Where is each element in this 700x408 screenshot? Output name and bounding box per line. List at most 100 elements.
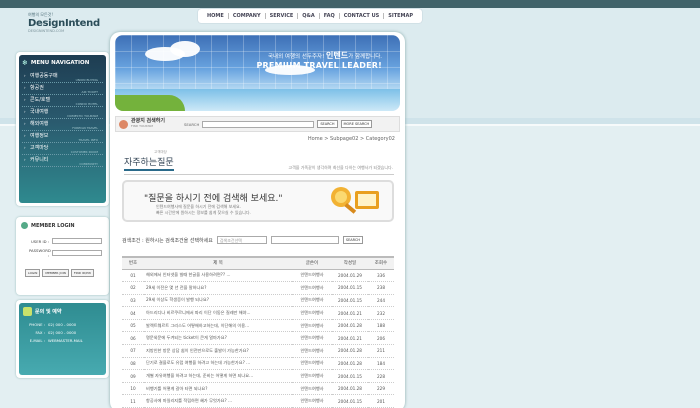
menu-item-customer[interactable]: › 고객마당 CUSTOMER ROOM: [22, 143, 103, 155]
faq-notice-headline: "질문을 하시기 전에 검색해 보세요.": [144, 194, 283, 204]
row-author: 인텐드여행사: [292, 344, 332, 358]
arrow-icon: ›: [24, 73, 26, 78]
menu-item-sublabel: FOREIGN TRAVEL: [72, 126, 98, 130]
user-id-input[interactable]: [52, 238, 102, 244]
password-row: PASSWORD :: [29, 247, 104, 259]
table-row[interactable]: 11 항공사에 마일리지를 적립하면 혜가 무엇가요? ... 인텐드여행사 2004…: [122, 394, 394, 408]
topnav-faq[interactable]: FAQ: [320, 13, 339, 19]
logo-name: DesignIntend: [28, 18, 100, 29]
password-input[interactable]: [52, 250, 102, 256]
table-row[interactable]: 09 개별 자유여행을 하려고 하는데, 준비는 어떻게 하면 되나요... 인텐드…: [122, 369, 394, 383]
menu-item-sublabel: CONDO HOTEL: [75, 102, 98, 106]
row-views: 244: [368, 294, 394, 308]
menu-item-sublabel: UNION BUYING: [75, 78, 98, 82]
member-join-button[interactable]: MEMBER JOIN: [42, 269, 69, 277]
row-title[interactable]: 29세 이전은 몇 년 전을 말하나요?: [144, 281, 292, 295]
cloud-graphic: [170, 41, 200, 57]
table-row[interactable]: 05 발렉트웨르트 그리스도 어떻해하고하는데, 이단해의 이용... 인텐드여행사…: [122, 319, 394, 333]
topnav-home[interactable]: HOME: [203, 13, 228, 19]
column-title: 제 목: [144, 256, 292, 270]
table-row[interactable]: 02 29세 이전은 몇 년 전을 말하나요? 인텐드여행사 2004.01.15 23…: [122, 281, 394, 295]
find-id-pw-button[interactable]: FIND ID/PW: [70, 269, 94, 277]
row-author: 인텐드여행사: [292, 269, 332, 283]
row-title[interactable]: 발렉트웨르트 그리스도 어떻해하고하는데, 이단해의 이용...: [144, 319, 292, 333]
logo[interactable]: 여행의 모든것! DesignIntend DESIGNINTEND.COM: [28, 12, 100, 33]
search-condition-input[interactable]: [270, 236, 339, 244]
row-title[interactable]: 개별 자유여행을 하려고 하는데, 준비는 어떻게 하면 되나요...: [144, 369, 292, 383]
search-condition-select[interactable]: 검색조건선택: [216, 236, 267, 244]
row-number: 02: [122, 281, 144, 295]
row-views: 336: [368, 269, 394, 283]
password-label: PASSWORD :: [29, 248, 51, 258]
row-date: 2004.01.15: [332, 294, 368, 308]
row-views: 206: [368, 331, 394, 346]
contact-title: 문의 및 예약: [23, 307, 102, 316]
page-title-block: 고객마당 자주하는질문: [124, 150, 174, 171]
magnifier-illustration-icon: [331, 187, 379, 214]
member-login-title: MEMBER LOGIN: [21, 222, 104, 229]
menu-item-community[interactable]: › 커뮤니티 COMMUNITY: [22, 155, 103, 167]
table-row[interactable]: 06 명문외문에 두겨되는 ticket이 큰게 얼마가요? 인텐드여행사 2004.…: [122, 331, 394, 346]
page-description: 고객을 가족같이 생각하며 최선을 다하는 여행사가 되겠습니다.: [288, 165, 393, 170]
table-row[interactable]: 10 비행기를 어떻게 갈아 타면 되나요? 인텐드여행사 2004.01.28 229: [122, 382, 394, 396]
menu-item-label: 해외여행: [30, 121, 49, 127]
menu-item-domestic[interactable]: › 국내여행 DOMESTIC TOURISM: [22, 107, 103, 119]
row-number: 08: [122, 357, 144, 371]
menu-item-union-buying[interactable]: › 여행공동구매 UNION BUYING: [22, 71, 103, 83]
menu-item-sublabel: AIR TICKET: [81, 90, 98, 94]
row-number: 10: [122, 382, 144, 396]
table-row[interactable]: 07 지방인한 방문 상담 쉽이 인전만으로도 출발이 가능한가요? 인텐드여행사 2…: [122, 344, 394, 358]
top-navigation: HOME COMPANY SERVICE Q&A FAQ CONTACT US …: [198, 9, 423, 23]
menu-item-air-ticket[interactable]: › 항공권 AIR TICKET: [22, 83, 103, 95]
row-views: 201: [368, 394, 394, 408]
map-icon: [119, 119, 128, 129]
row-title[interactable]: 아드리디나 비르쿠르니에서 파리 이단 이동은 질레만 해야...: [144, 306, 292, 320]
topnav-qna[interactable]: Q&A: [298, 13, 318, 19]
snowflake-icon: ❄: [22, 59, 28, 67]
arrow-icon: ›: [24, 121, 26, 126]
contact-value[interactable]: WEBMASTER-MAIL: [48, 338, 83, 343]
menu-item-label: 커뮤니티: [30, 157, 49, 163]
tourism-search-bar: 관광지 검색하기 FIND TOURISM SEARCH SEARCH MORE …: [115, 116, 400, 132]
topnav-contact[interactable]: CONTACT US: [340, 13, 383, 19]
topnav-service[interactable]: SERVICE: [266, 13, 298, 19]
pencil-icon: [23, 307, 32, 316]
row-author: 인텐드여행사: [292, 306, 332, 320]
menu-item-condo-hotel[interactable]: › 콘도/호텔 CONDO HOTEL: [22, 95, 103, 107]
topnav-sitemap[interactable]: SITEMAP: [384, 13, 417, 19]
row-title[interactable]: 비행기를 어떻게 갈아 타면 되나요?: [144, 382, 292, 396]
table-row[interactable]: 03 29세 이상도 학생증이 발행 되나요? 인텐드여행사 2004.01.15 24…: [122, 294, 394, 308]
user-icon: [21, 222, 28, 229]
row-title[interactable]: 항공사에 마일리지를 적립하면 혜가 무엇가요? ...: [144, 394, 292, 408]
table-row[interactable]: 08 단기로 결을로도 유럽 여행을 하려고 하는데 가능한가요? ... 인텐드여…: [122, 357, 394, 371]
row-author: 인텐드여행사: [292, 281, 332, 295]
row-title[interactable]: 명문외문에 두겨되는 ticket이 큰게 얼마가요?: [144, 331, 292, 346]
menu-item-label: 고객마당: [30, 145, 49, 151]
menu-item-travel-info[interactable]: › 여행정보 TRAVEL INFO: [22, 131, 103, 143]
table-row[interactable]: 04 아드리디나 비르쿠르니에서 파리 이단 이동은 질레만 해야... 인텐드여행…: [122, 306, 394, 320]
contact-panel: 문의 및 예약 PHONE :02) 000 - 0000 FAX :02) 0…: [19, 303, 106, 375]
menu-item-foreign[interactable]: › 해외여행 FOREIGN TRAVEL: [22, 119, 103, 131]
table-row[interactable]: 01 해외에서 인터넷을 빌때 한글을 사용하려면?? ... 인텐드여행사 2004…: [122, 269, 394, 283]
row-title[interactable]: 지방인한 방문 상담 쉽이 인전만으로도 출발이 가능한가요?: [144, 344, 292, 358]
more-search-button[interactable]: MORE SEARCH: [340, 120, 373, 128]
tourism-search-input[interactable]: [202, 120, 315, 128]
topnav-company[interactable]: COMPANY: [229, 13, 265, 19]
menu-navigation-panel: ❄ MENU NAVIGATION › 여행공동구매 UNION BUYING › 항…: [19, 55, 106, 203]
row-date: 2004.01.21: [332, 331, 368, 346]
tourism-search-button[interactable]: SEARCH: [317, 120, 338, 128]
row-number: 01: [122, 269, 144, 283]
hero-banner: 국내외 여행의 선두주자! 인텐드가 함께합니다. PREMIUM TRAVEL…: [115, 35, 400, 111]
row-author: 인텐드여행사: [292, 369, 332, 383]
search-condition-button[interactable]: SEARCH: [342, 236, 364, 244]
tourism-search-subtitle: FIND TOURISM: [131, 124, 153, 128]
main-content: 국내외 여행의 선두주자! 인텐드가 함께합니다. PREMIUM TRAVEL…: [110, 32, 405, 408]
row-title[interactable]: 29세 이상도 학생증이 발행 되나요?: [144, 294, 292, 308]
contact-key: E-MAIL :: [29, 338, 45, 343]
row-author: 인텐드여행사: [292, 331, 332, 346]
menu-navigation: ❄ MENU NAVIGATION › 여행공동구매 UNION BUYING › 항…: [16, 52, 109, 206]
login-button[interactable]: LOGIN: [25, 269, 41, 277]
row-title[interactable]: 단기로 결을로도 유럽 여행을 하려고 하는데 가능한가요? ...: [144, 357, 292, 371]
row-title[interactable]: 해외에서 인터넷을 빌때 한글을 사용하려면?? ...: [144, 269, 292, 283]
contact-box: 문의 및 예약 PHONE :02) 000 - 0000 FAX :02) 0…: [16, 300, 109, 378]
